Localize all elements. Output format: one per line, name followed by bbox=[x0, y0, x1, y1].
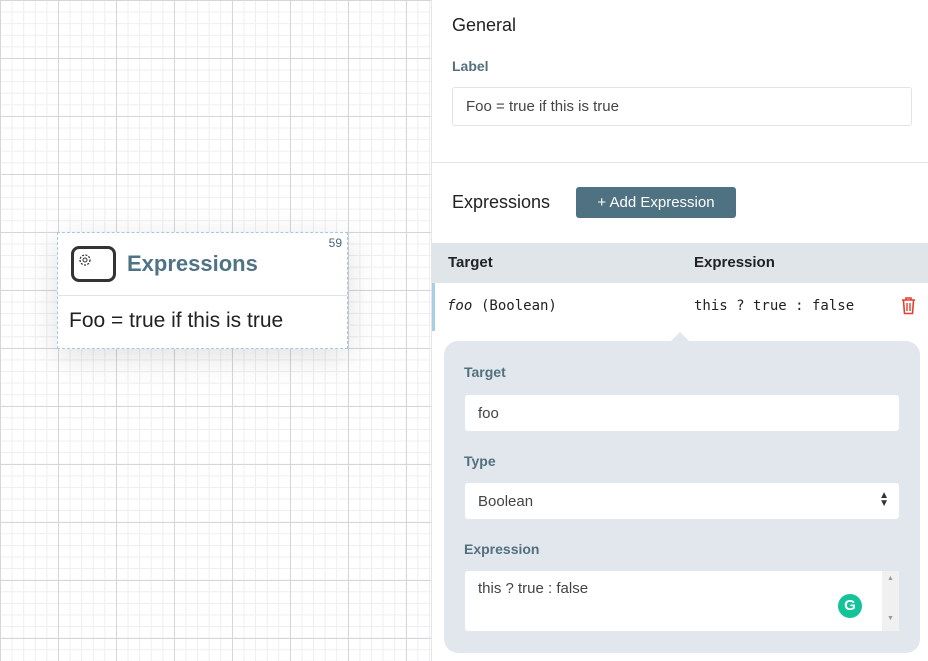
scrollbar[interactable]: ▲ ▼ bbox=[882, 571, 899, 631]
diagram-canvas[interactable]: 59 Expressions Foo = true if this is tru… bbox=[0, 0, 432, 661]
row-expression: this ? true : false bbox=[694, 298, 855, 314]
target-label: Target bbox=[464, 364, 506, 380]
target-input[interactable]: foo bbox=[465, 395, 899, 431]
table-header: Target Expression bbox=[432, 243, 928, 283]
general-heading: General bbox=[452, 15, 517, 35]
type-select[interactable]: Boolean ▲ ▼ bbox=[465, 483, 899, 519]
expressions-node[interactable]: 59 Expressions Foo = true if this is tru… bbox=[57, 232, 348, 349]
expression-editor: Target foo Type Boolean ▲ ▼ Expression th… bbox=[444, 332, 920, 653]
label-input[interactable]: Foo = true if this is true bbox=[452, 87, 912, 126]
grammarly-icon[interactable]: G bbox=[838, 594, 862, 618]
expression-label: Expression bbox=[464, 541, 540, 557]
trash-icon[interactable] bbox=[901, 297, 916, 315]
column-target: Target bbox=[448, 254, 493, 271]
row-target: foo bbox=[447, 298, 473, 314]
select-arrows-icon: ▲ ▼ bbox=[879, 490, 889, 509]
row-type: (Boolean) bbox=[481, 298, 557, 314]
type-label: Type bbox=[464, 453, 496, 469]
expressions-heading: Expressions bbox=[452, 192, 551, 212]
properties-panel: General Label Foo = true if this is true… bbox=[431, 0, 928, 661]
expression-text: this ? true : false bbox=[478, 580, 589, 597]
node-id: 59 bbox=[328, 236, 342, 250]
gear-task-icon bbox=[71, 246, 116, 282]
add-expression-button[interactable]: + Add Expression bbox=[576, 187, 736, 218]
column-expression: Expression bbox=[694, 254, 775, 271]
expression-textarea[interactable]: this ? true : false G ▲ ▼ bbox=[465, 571, 899, 631]
node-divider bbox=[58, 295, 347, 296]
node-label: Foo = true if this is true bbox=[69, 309, 284, 332]
section-divider bbox=[432, 162, 928, 163]
label-field-label: Label bbox=[452, 58, 489, 74]
table-row[interactable]: foo (Boolean) this ? true : false bbox=[432, 283, 928, 331]
node-title: Expressions bbox=[127, 251, 258, 276]
type-selected-value: Boolean bbox=[478, 492, 534, 510]
